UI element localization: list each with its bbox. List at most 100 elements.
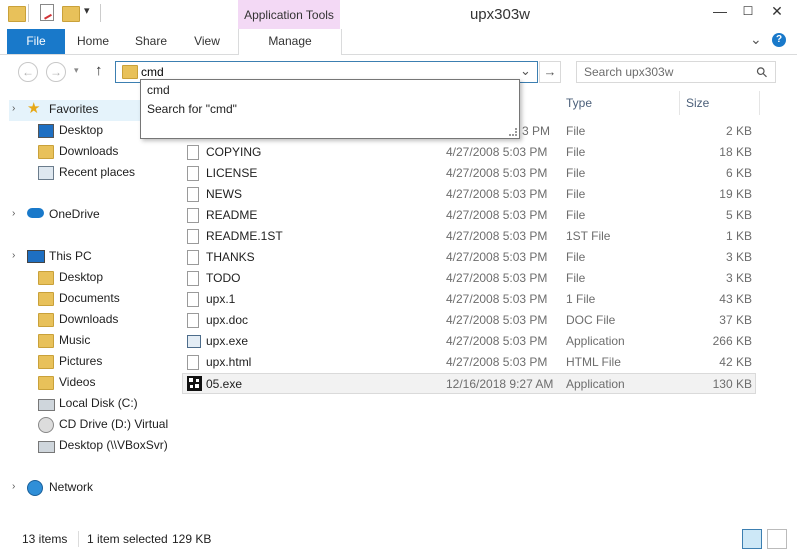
tab-file[interactable]: File: [7, 29, 65, 54]
large-icons-view-icon[interactable]: [767, 529, 787, 549]
file-size: 1 KB: [725, 229, 752, 243]
window-title: upx303w: [469, 6, 531, 23]
customize-qat-icon[interactable]: ▾: [84, 4, 90, 17]
tab-share[interactable]: Share: [128, 29, 174, 54]
file-name: COPYING: [206, 145, 262, 159]
autocomplete-item[interactable]: cmd: [147, 83, 170, 97]
address-input[interactable]: [141, 65, 511, 79]
selection-size: 129 KB: [172, 532, 212, 546]
expand-icon[interactable]: ›: [12, 203, 15, 224]
recent-places-icon: [38, 166, 54, 180]
file-name: upx.html: [206, 355, 252, 369]
help-icon[interactable]: ?: [772, 33, 786, 47]
recent-locations-icon[interactable]: ▾: [74, 65, 79, 76]
file-row[interactable]: upx.1 4/27/2008 5:03 PM 1 File 43 KB: [182, 289, 756, 310]
new-folder-icon[interactable]: [62, 6, 80, 22]
hard-drive-icon: [38, 399, 55, 411]
star-icon: ★: [27, 100, 41, 117]
up-button[interactable]: ↑: [95, 62, 103, 79]
file-icon: [187, 271, 199, 286]
go-button[interactable]: →: [539, 61, 561, 83]
computer-icon: [27, 250, 45, 263]
file-icon: [187, 208, 199, 223]
nav-label: Desktop (\\VBoxSvr): [59, 438, 168, 452]
column-divider[interactable]: [759, 91, 760, 115]
status-divider: [78, 531, 79, 547]
file-type: File: [566, 271, 586, 285]
file-date: 12/16/2018 9:27 AM: [446, 377, 554, 391]
tab-manage[interactable]: Manage: [238, 29, 342, 55]
file-size: 18 KB: [719, 145, 752, 159]
file-row[interactable]: THANKS 4/27/2008 5:03 PM File 3 KB: [182, 247, 756, 268]
folder-icon[interactable]: [8, 6, 26, 22]
documents-folder-icon: [38, 292, 54, 306]
cloud-icon: [27, 208, 44, 218]
search-icon[interactable]: ⚲: [752, 63, 771, 82]
music-folder-icon: [38, 334, 54, 348]
qr-pixel: [190, 385, 193, 388]
file-icon: [187, 145, 199, 160]
file-row[interactable]: TODO 4/27/2008 5:03 PM File 3 KB: [182, 268, 756, 289]
column-divider[interactable]: [679, 91, 680, 115]
file-name: THANKS: [206, 250, 255, 264]
file-type: File: [566, 124, 586, 138]
forward-button[interactable]: →: [46, 62, 66, 82]
tab-home[interactable]: Home: [70, 29, 116, 54]
column-header-size[interactable]: Size: [686, 91, 709, 115]
ribbon: [0, 29, 797, 55]
file-date: 3 PM: [522, 124, 551, 138]
resize-grip-icon[interactable]: [509, 128, 517, 136]
file-icon: [187, 166, 199, 181]
details-view-icon[interactable]: [742, 529, 762, 549]
application-icon: [187, 335, 201, 348]
search-input[interactable]: [584, 65, 749, 79]
maximize-button[interactable]: ☐: [734, 0, 762, 22]
file-size: 43 KB: [719, 292, 752, 306]
file-name: 05.exe: [206, 377, 243, 391]
nav-label: Music: [59, 333, 91, 347]
qr-pixel: [195, 384, 199, 388]
file-row[interactable]: COPYING 4/27/2008 5:03 PM File 18 KB: [182, 142, 756, 163]
expand-icon[interactable]: ›: [12, 98, 15, 119]
address-dropdown-icon[interactable]: ⌄: [520, 63, 531, 79]
file-icon: [187, 313, 199, 328]
file-row[interactable]: upx.exe 4/27/2008 5:03 PM Application 26…: [182, 331, 756, 352]
file-size: 37 KB: [719, 313, 752, 327]
file-size: 2 KB: [725, 124, 752, 138]
expand-icon[interactable]: ›: [12, 476, 15, 497]
column-header-type[interactable]: Type: [566, 91, 592, 115]
file-row[interactable]: README 4/27/2008 5:03 PM File 5 KB: [182, 205, 756, 226]
html-file-icon: [187, 355, 199, 370]
nav-label: Downloads: [59, 144, 119, 158]
file-row[interactable]: README.1ST 4/27/2008 5:03 PM 1ST File 1 …: [182, 226, 756, 247]
file-name: upx.1: [206, 292, 236, 306]
file-name: upx.exe: [206, 334, 249, 348]
properties-icon[interactable]: [40, 4, 54, 21]
tab-view[interactable]: View: [186, 29, 228, 54]
file-row[interactable]: LICENSE 4/27/2008 5:03 PM File 6 KB: [182, 163, 756, 184]
file-date: 4/27/2008 5:03 PM: [446, 145, 548, 159]
autocomplete-item[interactable]: Search for "cmd": [147, 102, 237, 116]
expand-icon[interactable]: ›: [12, 245, 15, 266]
file-type: File: [566, 187, 586, 201]
file-row[interactable]: upx.html 4/27/2008 5:03 PM HTML File 42 …: [182, 352, 756, 373]
nav-label: This PC: [49, 249, 92, 263]
back-button[interactable]: ←: [18, 62, 38, 82]
collapse-ribbon-icon[interactable]: ⌄: [750, 31, 762, 48]
nav-label: Videos: [59, 375, 96, 389]
qat-divider: [28, 4, 29, 22]
pictures-folder-icon: [38, 355, 54, 369]
file-row[interactable]: upx.doc 4/27/2008 5:03 PM DOC File 37 KB: [182, 310, 756, 331]
file-type: DOC File: [566, 313, 616, 327]
context-tab-group-label: Application Tools: [238, 0, 340, 30]
minimize-button[interactable]: —: [706, 0, 734, 22]
file-size: 42 KB: [719, 355, 752, 369]
downloads-folder-icon: [38, 313, 54, 327]
close-button[interactable]: ✕: [762, 0, 792, 22]
file-row-selected[interactable]: 05.exe 12/16/2018 9:27 AM Application 13…: [182, 373, 756, 394]
search-box[interactable]: ⚲: [576, 61, 776, 83]
file-name: upx.doc: [206, 313, 249, 327]
file-date: 4/27/2008 5:03 PM: [446, 187, 548, 201]
file-row[interactable]: NEWS 4/27/2008 5:03 PM File 19 KB: [182, 184, 756, 205]
file-date: 4/27/2008 5:03 PM: [446, 334, 548, 348]
